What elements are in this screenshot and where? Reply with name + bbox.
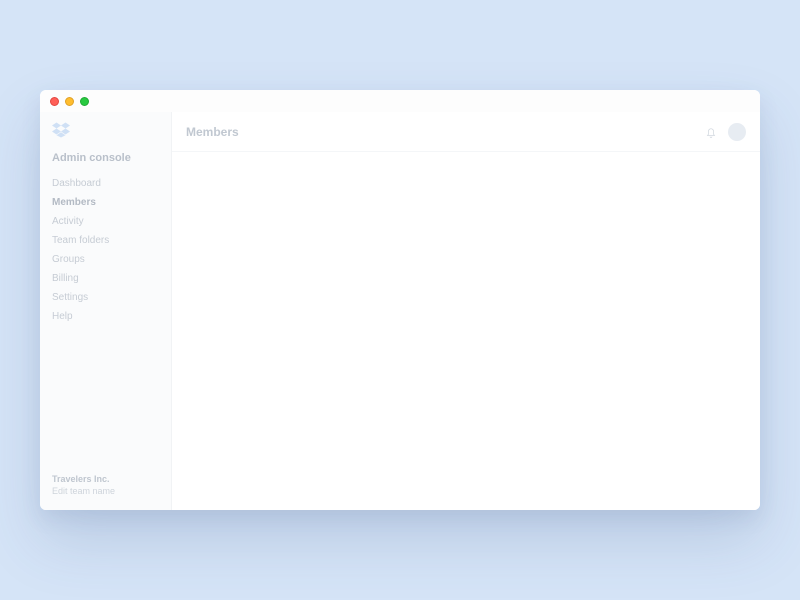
- content-area: [172, 152, 760, 510]
- sidebar-item-settings[interactable]: Settings: [52, 292, 159, 303]
- avatar[interactable]: [728, 123, 746, 141]
- app-window: Admin console Dashboard Members Activity…: [40, 90, 760, 510]
- sidebar-item-activity[interactable]: Activity: [52, 216, 159, 227]
- sidebar-footer: Travelers Inc. Edit team name: [52, 473, 159, 498]
- sidebar-item-members[interactable]: Members: [52, 197, 159, 208]
- sidebar-nav: Dashboard Members Activity Team folders …: [52, 178, 159, 322]
- sidebar-item-label: Settings: [52, 292, 88, 303]
- dropbox-logo-icon[interactable]: [52, 122, 70, 138]
- sidebar-item-billing[interactable]: Billing: [52, 273, 159, 284]
- page-title: Members: [186, 125, 239, 139]
- sidebar: Admin console Dashboard Members Activity…: [40, 112, 172, 510]
- sidebar-item-team-folders[interactable]: Team folders: [52, 235, 159, 246]
- sidebar-item-label: Help: [52, 311, 73, 322]
- admin-console-title: Admin console: [52, 152, 159, 164]
- sidebar-item-label: Billing: [52, 273, 79, 284]
- sidebar-item-groups[interactable]: Groups: [52, 254, 159, 265]
- sidebar-item-dashboard[interactable]: Dashboard: [52, 178, 159, 189]
- window-close-button[interactable]: [50, 97, 59, 106]
- main-area: Members: [172, 112, 760, 510]
- sidebar-item-help[interactable]: Help: [52, 311, 159, 322]
- sidebar-item-label: Team folders: [52, 235, 109, 246]
- team-name: Travelers Inc.: [52, 473, 159, 486]
- sidebar-item-label: Dashboard: [52, 178, 101, 189]
- notifications-icon[interactable]: [704, 125, 718, 139]
- window-titlebar: [40, 90, 760, 112]
- app-body: Admin console Dashboard Members Activity…: [40, 112, 760, 510]
- edit-team-name-link[interactable]: Edit team name: [52, 485, 159, 498]
- window-zoom-button[interactable]: [80, 97, 89, 106]
- sidebar-item-label: Members: [52, 197, 96, 208]
- sidebar-item-label: Activity: [52, 216, 84, 227]
- window-minimize-button[interactable]: [65, 97, 74, 106]
- topbar: Members: [172, 112, 760, 152]
- sidebar-item-label: Groups: [52, 254, 85, 265]
